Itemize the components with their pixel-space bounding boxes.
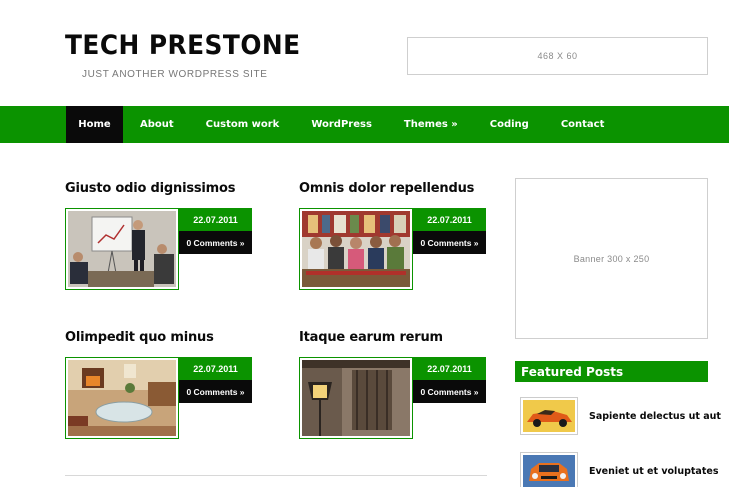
post-thumbnail[interactable] — [299, 357, 413, 439]
header-ad-banner[interactable]: 468 X 60 — [407, 37, 708, 75]
post-card: Giusto odio dignissimos 22.07.2011 0 Com… — [65, 181, 252, 290]
post-comments-link[interactable]: 0 Comments » — [179, 380, 252, 403]
post-card: Omnis dolor repellendus 22.07.2011 0 Com… — [299, 181, 486, 290]
post-date: 22.07.2011 — [179, 357, 252, 380]
post-title[interactable]: Itaque earum rerum — [299, 330, 486, 345]
nav-item-wordpress[interactable]: WordPress — [295, 106, 388, 143]
sidebar-banner-ad[interactable]: Banner 300 x 250 — [515, 178, 708, 339]
post-card: Olimpedit quo minus 22.07.2011 0 Comment… — [65, 330, 252, 439]
post-title[interactable]: Olimpedit quo minus — [65, 330, 252, 345]
post-thumbnail[interactable] — [299, 208, 413, 290]
post-title[interactable]: Giusto odio dignissimos — [65, 181, 252, 196]
post-title[interactable]: Omnis dolor repellendus — [299, 181, 486, 196]
featured-post-item[interactable]: Eveniet ut et voluptates — [520, 452, 718, 487]
nav-item-coding[interactable]: Coding — [474, 106, 545, 143]
orange-car-photo — [523, 400, 575, 432]
sidebar-banner-label: Banner 300 x 250 — [573, 253, 650, 264]
post-date: 22.07.2011 — [413, 357, 486, 380]
meeting-photo — [68, 211, 176, 287]
street-lamp-photo — [302, 360, 410, 436]
students-library-photo — [302, 211, 410, 287]
featured-post-thumbnail[interactable] — [520, 452, 578, 487]
post-date: 22.07.2011 — [179, 208, 252, 231]
orange-car-front-photo — [523, 455, 575, 487]
post-comments-link[interactable]: 0 Comments » — [413, 380, 486, 403]
featured-post-thumbnail[interactable] — [520, 397, 578, 435]
nav-item-contact[interactable]: Contact — [545, 106, 621, 143]
content-divider — [65, 475, 487, 476]
nav-item-custom-work[interactable]: Custom work — [190, 106, 296, 143]
post-comments-link[interactable]: 0 Comments » — [413, 231, 486, 254]
header-ad-label: 468 X 60 — [537, 51, 578, 61]
nav-item-home[interactable]: Home — [66, 106, 123, 143]
post-thumbnail[interactable] — [65, 357, 179, 439]
nav-item-themes[interactable]: Themes » — [388, 106, 474, 143]
post-thumbnail[interactable] — [65, 208, 179, 290]
featured-posts-heading: Featured Posts — [515, 361, 708, 382]
site-title[interactable]: TECH PRESTONE — [65, 30, 301, 61]
site-tagline: JUST ANOTHER WORDPRESS SITE — [82, 69, 268, 80]
main-navigation: Home About Custom work WordPress Themes … — [0, 106, 729, 143]
post-card: Itaque earum rerum 22.07.2011 0 Comments… — [299, 330, 486, 439]
post-date: 22.07.2011 — [413, 208, 486, 231]
featured-post-title[interactable]: Eveniet ut et voluptates — [589, 466, 718, 477]
post-comments-link[interactable]: 0 Comments » — [179, 231, 252, 254]
nav-item-about[interactable]: About — [123, 106, 190, 143]
featured-post-item[interactable]: Sapiente delectus ut aut — [520, 397, 721, 435]
living-room-photo — [68, 360, 176, 436]
featured-post-title[interactable]: Sapiente delectus ut aut — [589, 411, 721, 422]
